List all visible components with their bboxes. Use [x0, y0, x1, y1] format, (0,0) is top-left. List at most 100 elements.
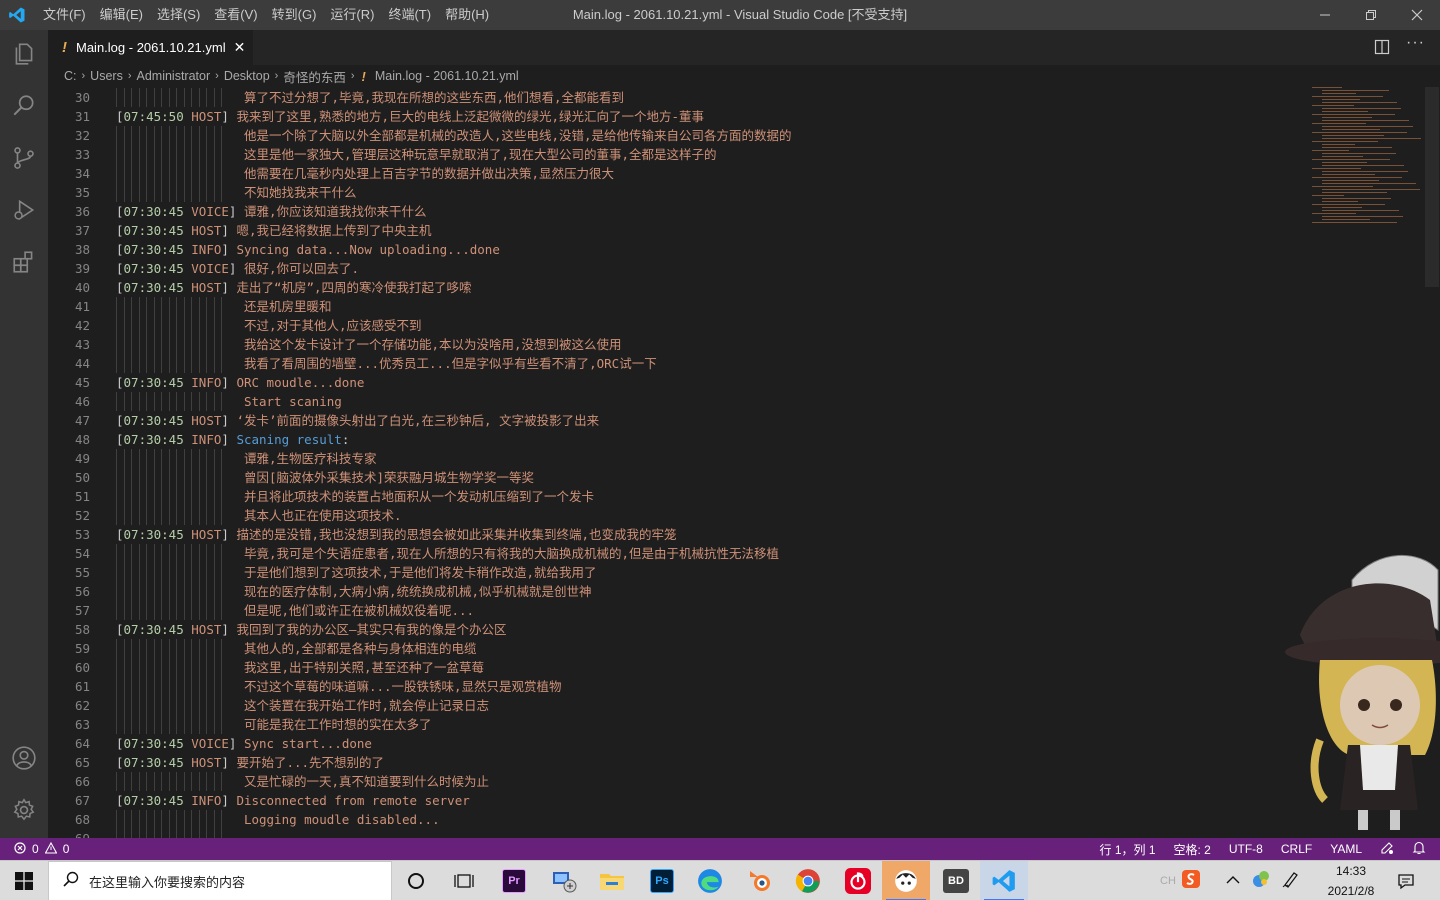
explorer-icon[interactable]: [0, 30, 48, 78]
scrollbar-thumb[interactable]: [1425, 87, 1439, 287]
code-line[interactable]: 61 不过这个草莓的味道嘛...一股铁锈味,显然只是观赏植物: [48, 677, 1308, 696]
code-line[interactable]: 57 但是呢,他们或许正在被机械奴役着呢...: [48, 601, 1308, 620]
code-line[interactable]: 39 [07:30:45 VOICE] 很好,你可以回去了.: [48, 259, 1308, 278]
vscode-taskbar-icon[interactable]: [980, 861, 1028, 900]
code-line[interactable]: 48 [07:30:45 INFO] Scaning result:: [48, 430, 1308, 449]
blender-icon[interactable]: [736, 861, 784, 900]
bd-app-icon[interactable]: BD: [932, 861, 980, 900]
code-line[interactable]: 62 这个装置在我开始工作时,就会停止记录日志: [48, 696, 1308, 715]
sogou-ime-icon[interactable]: [1181, 869, 1200, 893]
menu-item[interactable]: 文件(F): [36, 0, 93, 30]
code-line[interactable]: 46 Start scaning: [48, 392, 1308, 411]
tray-app-icon[interactable]: [1252, 870, 1270, 893]
more-actions-icon[interactable]: ···: [1406, 34, 1425, 52]
menu-item[interactable]: 转到(G): [265, 0, 324, 30]
breadcrumb-item[interactable]: Administrator: [137, 69, 211, 83]
menu-item[interactable]: 查看(V): [207, 0, 264, 30]
extensions-icon[interactable]: [0, 238, 48, 286]
code-line[interactable]: 68 Logging moudle disabled...: [48, 810, 1308, 829]
accounts-icon[interactable]: [0, 734, 48, 782]
tray-chevron-up-icon[interactable]: [1226, 872, 1240, 890]
menu-item[interactable]: 运行(R): [323, 0, 381, 30]
language-mode[interactable]: YAML: [1330, 842, 1362, 856]
photoshop-icon[interactable]: Ps: [638, 861, 686, 900]
code-line[interactable]: 56 现在的医疗体制,大病小病,统统换成机械,似乎机械就是创世神: [48, 582, 1308, 601]
indentation-setting[interactable]: 空格: 2: [1174, 841, 1211, 858]
code-line[interactable]: 35 不知她找我来干什么: [48, 183, 1308, 202]
search-icon[interactable]: [0, 82, 48, 130]
breadcrumb-item[interactable]: Desktop: [224, 69, 270, 83]
code-line[interactable]: 58 [07:30:45 HOST] 我回到了我的办公区—其实只有我的像是个办公区: [48, 620, 1308, 639]
code-line[interactable]: 47 [07:30:45 HOST] ‘发卡’前面的摄像头射出了白光,在三秒钟后,…: [48, 411, 1308, 430]
settings-gear-icon[interactable]: [0, 786, 48, 834]
feedback-icon[interactable]: [1380, 841, 1394, 858]
code-line[interactable]: 51 并且将此项技术的装置占地面积从一个发动机压缩到了一个发卡: [48, 487, 1308, 506]
encoding-setting[interactable]: UTF-8: [1229, 842, 1263, 856]
menu-item[interactable]: 编辑(E): [93, 0, 150, 30]
breadcrumb-item[interactable]: 奇怪的东西: [283, 67, 346, 86]
split-editor-icon[interactable]: [1374, 39, 1390, 60]
code-line[interactable]: 36 [07:30:45 VOICE] 谭雅,你应该知道我找你来干什么: [48, 202, 1308, 221]
code-line[interactable]: 44 我看了看周围的墙壁...优秀员工...但是字似乎有些看不清了,ORC试一下: [48, 354, 1308, 373]
start-button[interactable]: [0, 861, 48, 900]
cursor-position[interactable]: 行 1，列 1: [1099, 841, 1155, 858]
code-line[interactable]: 66 又是忙碌的一天,真不知道要到什么时候为止: [48, 772, 1308, 791]
code-line[interactable]: 32 他是一个除了大脑以外全部都是机械的改造人,这些电线,没错,是给他传输来自公…: [48, 126, 1308, 145]
code-line[interactable]: 38 [07:30:45 INFO] Syncing data...Now upl…: [48, 240, 1308, 259]
code-line[interactable]: 52 其本人也正在使用这项技术.: [48, 506, 1308, 525]
code-line[interactable]: 41 还是机房里暖和: [48, 297, 1308, 316]
code-line[interactable]: 40 [07:30:45 HOST] 走出了“机房”,四周的寒冷使我打起了哆嗦: [48, 278, 1308, 297]
code-line[interactable]: 60 我这里,出于特别关照,甚至还种了一盆草莓: [48, 658, 1308, 677]
code-line[interactable]: 34 他需要在几毫秒内处理上百吉字节的数据并做出决策,显然压力很大: [48, 164, 1308, 183]
taskbar-search-box[interactable]: 在这里输入你要搜索的内容: [48, 861, 392, 900]
code-line[interactable]: 67 [07:30:45 INFO] Disconnected from remo…: [48, 791, 1308, 810]
minimize-button[interactable]: [1302, 0, 1348, 30]
editor[interactable]: 30 算了不过分想了,毕竟,我现在所想的这些东西,他们想看,全都能看到 31 [07…: [48, 87, 1440, 838]
ime-indicator[interactable]: CH: [1160, 875, 1176, 887]
game-app-icon[interactable]: [882, 861, 930, 900]
edge-icon[interactable]: [686, 861, 734, 900]
taskbar-clock[interactable]: 14:33 2021/2/8: [1316, 861, 1386, 900]
file-explorer-icon[interactable]: [588, 861, 636, 900]
netease-music-icon[interactable]: [834, 861, 882, 900]
premiere-icon[interactable]: Pr: [490, 861, 538, 900]
code-line[interactable]: 50 曾因[脑波体外采集技术]荣获融月城生物学奖一等奖: [48, 468, 1308, 487]
eol-setting[interactable]: CRLF: [1281, 842, 1312, 856]
code-line[interactable]: 45 [07:30:45 INFO] ORC moudle...done: [48, 373, 1308, 392]
code-line[interactable]: 42 不过,对于其他人,应该感受不到: [48, 316, 1308, 335]
code-line[interactable]: 49 谭雅,生物医疗科技专家: [48, 449, 1308, 468]
network-tool-icon[interactable]: [540, 861, 588, 900]
chrome-icon[interactable]: [784, 861, 832, 900]
notifications-bell-icon[interactable]: [1412, 841, 1426, 858]
code-line[interactable]: 43 我给这个发卡设计了一个存储功能,本以为没啥用,没想到被这么使用: [48, 335, 1308, 354]
run-debug-icon[interactable]: [0, 186, 48, 234]
code-line[interactable]: 31 [07:45:50 HOST] 我来到了这里,熟悉的地方,巨大的电线上泛起微…: [48, 107, 1308, 126]
tab-main-log[interactable]: ! Main.log - 2061.10.21.yml ✕: [48, 30, 253, 65]
code-line[interactable]: 30 算了不过分想了,毕竟,我现在所想的这些东西,他们想看,全都能看到: [48, 88, 1308, 107]
tab-close-icon[interactable]: ✕: [234, 39, 246, 56]
code-line[interactable]: 55 于是他们想到了这项技术,于是他们将发卡稍作改造,就给我用了: [48, 563, 1308, 582]
log-timestamp: 07:30:45: [123, 204, 184, 219]
menu-item[interactable]: 选择(S): [150, 0, 207, 30]
breadcrumb-item[interactable]: C:: [64, 69, 77, 83]
source-control-icon[interactable]: [0, 134, 48, 182]
code-line[interactable]: 37 [07:30:45 HOST] 嗯,我已经将数据上传到了中央主机: [48, 221, 1308, 240]
code-line[interactable]: 69: [48, 829, 1308, 838]
close-window-button[interactable]: [1394, 0, 1440, 30]
code-line[interactable]: 54 毕竟,我可是个失语症患者,现在人所想的只有将我的大脑换成机械的,但是由于机…: [48, 544, 1308, 563]
breadcrumb-item[interactable]: Users: [90, 69, 123, 83]
code-line[interactable]: 33 这里是他一家独大,管理层这种玩意早就取消了,现在大型公司的董事,全都是这样…: [48, 145, 1308, 164]
action-center-icon[interactable]: [1384, 861, 1428, 900]
pen-workspace-icon[interactable]: [1282, 870, 1300, 893]
restore-button[interactable]: [1348, 0, 1394, 30]
task-view-icon[interactable]: [440, 861, 488, 900]
breadcrumb-file[interactable]: Main.log - 2061.10.21.yml: [375, 69, 519, 83]
code-line[interactable]: 59 其他人的,全部都是各种与身体相连的电缆: [48, 639, 1308, 658]
code-line[interactable]: 63 可能是我在工作时想的实在太多了: [48, 715, 1308, 734]
minimap[interactable]: [1312, 87, 1430, 227]
code-line[interactable]: 53 [07:30:45 HOST] 描述的是没错,我也没想到我的思想会被如此采集…: [48, 525, 1308, 544]
cortana-icon[interactable]: [392, 861, 440, 900]
problems-indicator[interactable]: 0 0: [14, 838, 69, 860]
code-line[interactable]: 64 [07:30:45 VOICE] Sync start...done: [48, 734, 1308, 753]
code-line[interactable]: 65 [07:30:45 HOST] 要开始了...先不想别的了: [48, 753, 1308, 772]
